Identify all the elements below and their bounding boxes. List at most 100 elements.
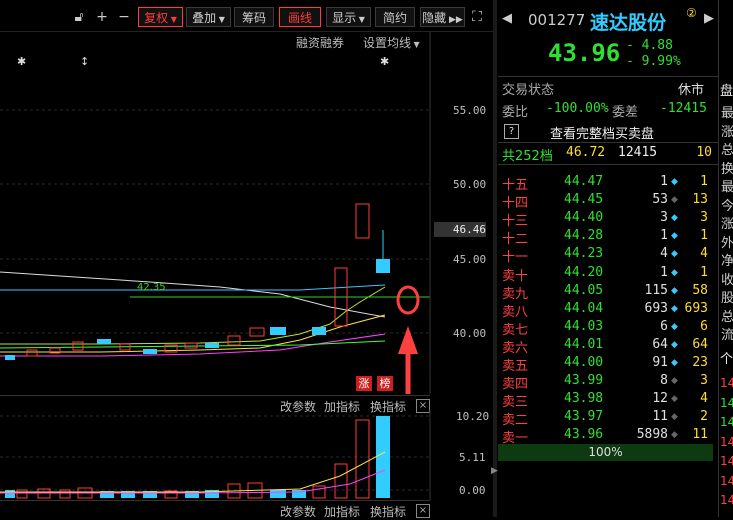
edge-number: 14: [720, 415, 733, 429]
panel-divider[interactable]: [493, 0, 497, 517]
order-level: 卖九: [502, 286, 529, 302]
order-book-row[interactable]: 十五 44.47 1 ◆ 1: [498, 174, 716, 193]
stock-name: 速达股份: [590, 12, 667, 34]
limit-up-badge[interactable]: 涨: [356, 376, 372, 391]
y-tick-label: 45.00: [453, 253, 487, 266]
order-level: 卖三: [502, 395, 529, 411]
hide-button[interactable]: 隐藏 ▶▶: [420, 7, 465, 27]
order-book-row[interactable]: 卖七 44.03 6 ◆ 6: [498, 318, 716, 338]
order-level: 十一: [502, 250, 529, 266]
edge-label: 股: [721, 291, 733, 306]
order-marker-icon: ◆: [671, 358, 678, 368]
edge-label: 涨: [721, 217, 733, 232]
bid-bar: 100%: [498, 444, 713, 461]
collapse-arrow-icon[interactable]: ▶: [491, 466, 498, 476]
order-level: 卖八: [502, 304, 529, 320]
fullscreen-icon[interactable]: ⛶: [468, 7, 486, 27]
order-volume: 91: [652, 355, 668, 370]
order-price: 44.20: [564, 264, 604, 280]
order-book-row[interactable]: 十一 44.23 4 ◆ 4: [498, 246, 716, 266]
current-price-tag: 46.46: [434, 222, 486, 237]
order-book-row[interactable]: 卖五 44.00 91 ◆ 23: [498, 355, 716, 374]
order-volume: 693: [644, 300, 668, 316]
overlay-dropdown[interactable]: 叠加 ▼: [186, 7, 231, 27]
order-count: 2: [700, 409, 708, 425]
order-volume: 5898: [636, 427, 668, 443]
full-depth-link[interactable]: 查看完整档买卖盘: [550, 123, 654, 142]
chips-button[interactable]: 筹码: [234, 7, 274, 27]
order-count: 64: [692, 336, 708, 352]
zoom-out-icon[interactable]: −: [115, 7, 133, 27]
fq-dropdown[interactable]: 复权 ▼: [138, 7, 183, 27]
volume-chart[interactable]: [0, 410, 493, 500]
order-price: 44.05: [564, 282, 604, 298]
order-book-row[interactable]: 卖四 43.99 8 ◆ 3: [498, 373, 716, 392]
edge-label: 外: [721, 235, 733, 251]
order-volume: 3: [660, 210, 668, 226]
lock-icon[interactable]: 🔓︎: [70, 7, 88, 27]
order-book-row[interactable]: 十二 44.28 1 ◆ 1: [498, 228, 716, 248]
next-stock-icon[interactable]: ▶: [704, 11, 714, 26]
order-book-row[interactable]: 卖三 43.98 12 ◆ 4: [498, 391, 716, 411]
candlestick-chart[interactable]: [0, 32, 493, 394]
order-price: 44.00: [564, 355, 604, 370]
order-book-row[interactable]: 卖八 44.04 693 ◆ 693: [498, 300, 716, 320]
order-book-row[interactable]: 卖六 44.01 64 ◆ 64: [498, 336, 716, 356]
order-count: 58: [692, 282, 708, 298]
order-price: 44.45: [564, 192, 604, 208]
edit-params-button[interactable]: 改参数: [280, 503, 316, 520]
order-volume: 12: [652, 391, 668, 407]
fq-label: 复权: [144, 11, 169, 25]
help-icon[interactable]: ?: [504, 124, 519, 139]
order-marker-icon: ◆: [671, 303, 678, 314]
simple-button[interactable]: 简约: [375, 7, 415, 27]
volume-y-tick: 5.11: [459, 451, 486, 464]
stock-badge: ②: [686, 6, 697, 20]
draw-line-button[interactable]: 画线: [279, 7, 321, 27]
list-badge[interactable]: 榜: [377, 376, 393, 391]
order-book-row[interactable]: 十四 44.45 53 ◆ 13: [498, 192, 716, 211]
order-price: 44.23: [564, 246, 604, 262]
display-label: 显示: [332, 11, 357, 25]
order-book-row[interactable]: 十三 44.40 3 ◆ 3: [498, 210, 716, 229]
overlay-label: 叠加: [192, 11, 217, 25]
price-change: - 4.88: [626, 38, 673, 53]
edge-tab[interactable]: 个: [720, 348, 733, 367]
order-marker-icon: ◆: [671, 376, 678, 387]
order-book-row[interactable]: 卖十 44.20 1 ◆ 1: [498, 264, 716, 284]
add-indicator-button[interactable]: 加指标: [324, 503, 360, 520]
order-count: 1: [700, 174, 708, 189]
order-marker-icon: ◆: [671, 267, 678, 278]
order-book-row[interactable]: 卖九 44.05 115 ◆ 58: [498, 282, 716, 302]
side-edge-column: 盘最涨总换最今涨外净收股总流个14141414141414: [718, 0, 733, 517]
edge-number: 14: [720, 493, 733, 507]
order-level: 卖五: [502, 359, 529, 374]
zoom-in-icon[interactable]: +: [93, 7, 111, 27]
display-dropdown[interactable]: 显示 ▼: [326, 7, 371, 27]
order-count: 693: [684, 300, 708, 316]
order-marker-icon: ◆: [671, 394, 678, 405]
order-price: 44.03: [564, 318, 604, 334]
order-price: 44.28: [564, 228, 604, 244]
order-book-row[interactable]: 卖一 43.96 5898 ◆ 11: [498, 427, 716, 446]
order-book-row[interactable]: 卖二 43.97 11 ◆ 2: [498, 409, 716, 428]
order-marker-icon: ◆: [671, 177, 678, 187]
order-price: 43.98: [564, 391, 604, 407]
edge-label: 总: [721, 143, 733, 158]
order-marker-icon: ◆: [671, 213, 678, 224]
order-marker-icon: ◆: [671, 231, 678, 242]
depth-total-label: 共252档: [502, 149, 553, 164]
order-diff-value: -12415: [660, 101, 707, 116]
order-level: 十二: [502, 232, 529, 248]
order-count: 4: [700, 391, 708, 407]
prev-stock-icon[interactable]: ◀: [502, 11, 512, 26]
edge-tab[interactable]: 盘: [720, 80, 733, 99]
switch-indicator-button[interactable]: 换指标: [370, 503, 406, 520]
order-volume: 115: [644, 282, 668, 298]
last-price: 43.96: [548, 39, 621, 67]
edge-label: 流: [721, 328, 733, 343]
order-volume: 6: [660, 318, 668, 334]
close-icon[interactable]: ×: [416, 504, 430, 518]
order-volume: 4: [660, 246, 668, 262]
edge-label: 最: [721, 180, 733, 195]
